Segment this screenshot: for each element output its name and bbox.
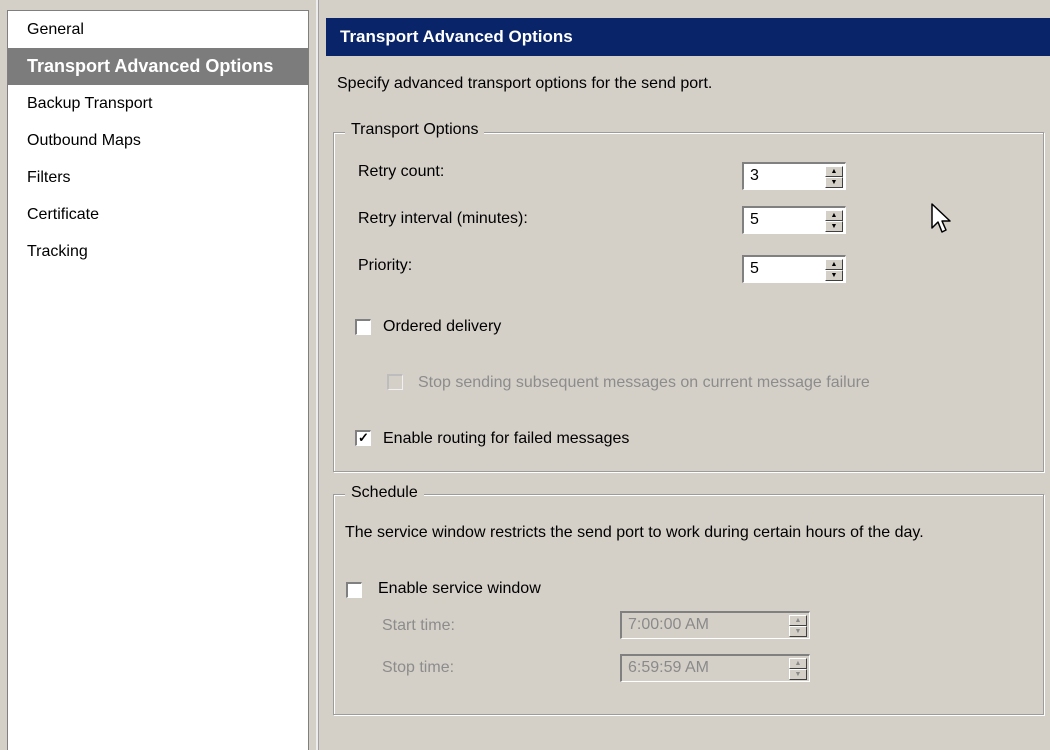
priority-label: Priority:	[358, 257, 413, 274]
down-arrow-icon[interactable]: ▼	[789, 626, 807, 637]
splitter-shadow	[318, 0, 319, 750]
sidebar-item-outbound-maps[interactable]: Outbound Maps	[8, 122, 308, 159]
stop-time-value[interactable]: 6:59:59 AM	[628, 659, 709, 677]
up-arrow-icon[interactable]: ▲	[789, 615, 807, 626]
panel-description: Specify advanced transport options for t…	[337, 75, 713, 92]
start-time-label: Start time:	[382, 617, 455, 634]
schedule-legend: Schedule	[345, 484, 424, 502]
down-arrow-icon[interactable]: ▼	[825, 177, 843, 188]
priority-spinner[interactable]: 5 ▲ ▼	[742, 255, 846, 283]
sidebar-item-tracking[interactable]: Tracking	[8, 233, 308, 270]
ordered-delivery-label[interactable]: Ordered delivery	[383, 318, 501, 336]
retry-count-value[interactable]: 3	[750, 167, 759, 185]
enable-service-window-label[interactable]: Enable service window	[378, 580, 541, 598]
stop-time-picker[interactable]: 6:59:59 AM ▲ ▼	[620, 654, 810, 682]
sidebar-item-general[interactable]: General	[8, 11, 308, 48]
start-time-picker[interactable]: 7:00:00 AM ▲ ▼	[620, 611, 810, 639]
schedule-description: The service window restricts the send po…	[345, 524, 924, 541]
checkmark-icon: ✓	[358, 430, 369, 445]
panel-title: Transport Advanced Options	[326, 18, 1050, 56]
enable-routing-label[interactable]: Enable routing for failed messages	[383, 430, 629, 448]
stop-sending-checkbox[interactable]	[387, 374, 403, 390]
enable-routing-checkbox[interactable]: ✓	[355, 430, 371, 446]
priority-value[interactable]: 5	[750, 260, 759, 278]
start-time-value[interactable]: 7:00:00 AM	[628, 616, 709, 634]
stop-sending-label: Stop sending subsequent messages on curr…	[418, 374, 870, 391]
mouse-pointer-icon	[930, 202, 952, 239]
ordered-delivery-checkbox[interactable]	[355, 319, 371, 335]
down-arrow-icon[interactable]: ▼	[825, 221, 843, 232]
sidebar-item-transport-advanced-options[interactable]: Transport Advanced Options	[8, 48, 308, 85]
retry-interval-value[interactable]: 5	[750, 211, 759, 229]
sidebar-nav: General Transport Advanced Options Backu…	[7, 10, 309, 750]
transport-options-legend: Transport Options	[345, 121, 485, 139]
down-arrow-icon[interactable]: ▼	[825, 270, 843, 281]
stop-time-label: Stop time:	[382, 659, 455, 676]
retry-count-label: Retry count:	[358, 163, 445, 180]
sidebar-item-backup-transport[interactable]: Backup Transport	[8, 85, 308, 122]
splitter[interactable]	[309, 0, 315, 750]
sidebar-item-filters[interactable]: Filters	[8, 159, 308, 196]
up-arrow-icon[interactable]: ▲	[789, 658, 807, 669]
down-arrow-icon[interactable]: ▼	[789, 669, 807, 680]
sidebar-item-certificate[interactable]: Certificate	[8, 196, 308, 233]
retry-interval-spinner[interactable]: 5 ▲ ▼	[742, 206, 846, 234]
up-arrow-icon[interactable]: ▲	[825, 259, 843, 270]
enable-service-window-checkbox[interactable]	[346, 582, 362, 598]
up-arrow-icon[interactable]: ▲	[825, 166, 843, 177]
transport-options-group	[333, 132, 1044, 472]
up-arrow-icon[interactable]: ▲	[825, 210, 843, 221]
retry-count-spinner[interactable]: 3 ▲ ▼	[742, 162, 846, 190]
retry-interval-label: Retry interval (minutes):	[358, 210, 528, 227]
